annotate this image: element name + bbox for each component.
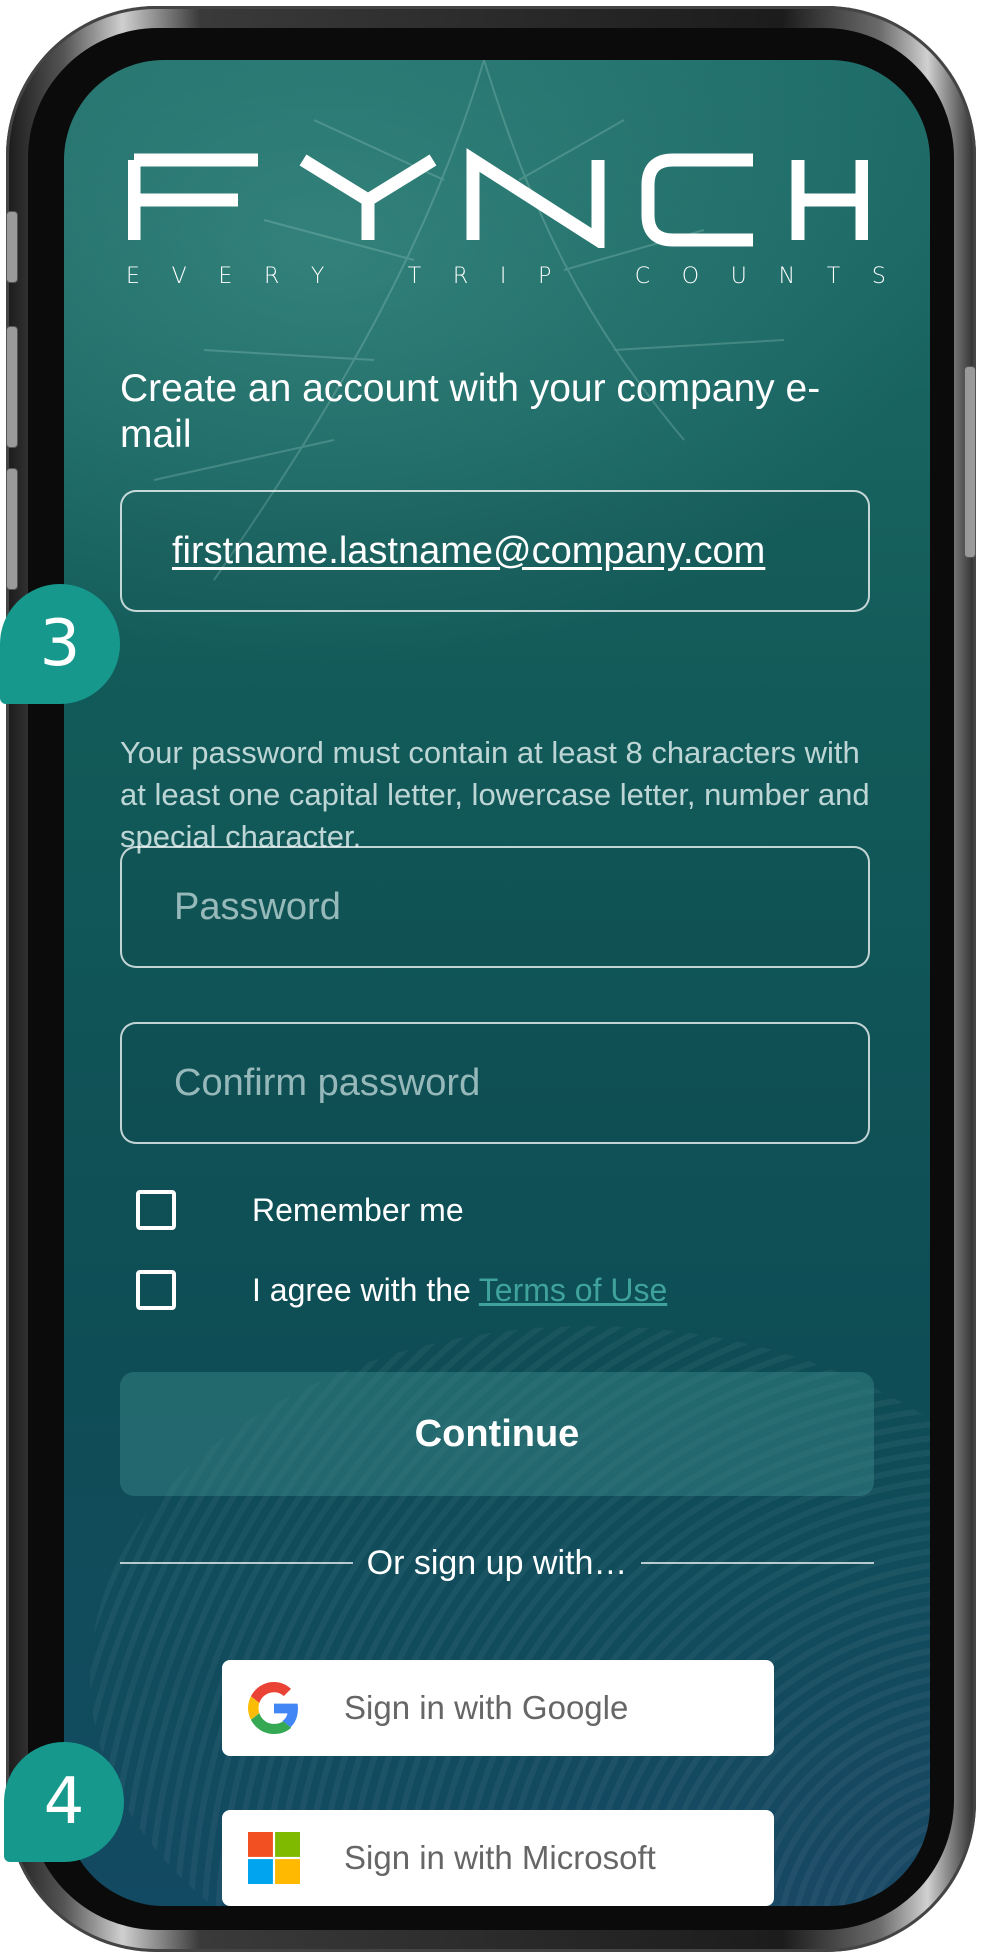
step-badge-4: 4 [4, 1742, 124, 1862]
google-logo-icon [246, 1680, 302, 1736]
phone-power-button [964, 366, 976, 558]
microsoft-signin-button[interactable]: Sign in with Microsoft [222, 1810, 774, 1906]
tagline-gap [583, 264, 603, 289]
tagline-letter: Y [310, 264, 325, 289]
tagline-letter: T [826, 264, 841, 289]
social-divider: Or sign up with… [120, 1538, 875, 1588]
remember-me-label: Remember me [252, 1191, 464, 1228]
tagline-letter: R [263, 264, 280, 289]
step-badge-3: 3 [0, 584, 120, 704]
tagline-letter: U [730, 264, 747, 289]
tagline-letter: T [407, 264, 422, 289]
tagline-letter: P [538, 264, 552, 289]
remember-me-row[interactable]: Remember me [136, 1190, 464, 1230]
phone-volume-up [6, 326, 18, 448]
phone-mute-switch [6, 211, 18, 283]
tagline-letter: S [871, 264, 886, 289]
agree-terms-row[interactable]: I agree with the Terms of Use [136, 1270, 667, 1310]
confirm-password-field[interactable] [120, 1022, 870, 1144]
tagline-letter: E [126, 264, 140, 289]
microsoft-logo-icon [246, 1830, 302, 1886]
agree-terms-checkbox[interactable] [136, 1270, 176, 1310]
divider-line-left [120, 1562, 353, 1564]
google-signin-button[interactable]: Sign in with Google [222, 1660, 774, 1756]
email-value[interactable]: firstname.lastname@company.com [172, 530, 765, 573]
divider-line-right [641, 1562, 875, 1564]
tagline-letter: R [452, 264, 469, 289]
confirm-password-input[interactable] [172, 1060, 868, 1106]
password-input[interactable] [172, 884, 868, 930]
continue-button[interactable]: Continue [120, 1372, 874, 1496]
divider-text: Or sign up with… [366, 1543, 628, 1582]
tagline-gap [356, 264, 376, 289]
password-hint: Your password must contain at least 8 ch… [120, 735, 870, 854]
google-signin-label: Sign in with Google [344, 1689, 629, 1726]
agree-terms-label: I agree with the [252, 1271, 471, 1308]
tagline-letter: N [778, 264, 796, 289]
tagline-letter: C [634, 264, 651, 289]
tagline-letter: O [681, 264, 700, 289]
microsoft-signin-label: Sign in with Microsoft [344, 1839, 656, 1876]
phone-volume-down [6, 468, 18, 590]
tagline-letter: E [218, 264, 233, 289]
tagline-letter: I [499, 264, 507, 289]
fynch-logo [128, 148, 868, 248]
email-field[interactable]: firstname.lastname@company.com [120, 490, 870, 612]
brand-tagline: E V E R Y T R I P C O U N T S [126, 264, 886, 289]
remember-me-checkbox[interactable] [136, 1190, 176, 1230]
terms-of-use-link[interactable]: Terms of Use [479, 1272, 667, 1309]
password-field[interactable] [120, 846, 870, 968]
tagline-letter: V [171, 264, 187, 289]
app-screen: E V E R Y T R I P C O U N T S Create an … [64, 60, 930, 1906]
signup-heading: Create an account with your company e-ma… [120, 367, 821, 456]
